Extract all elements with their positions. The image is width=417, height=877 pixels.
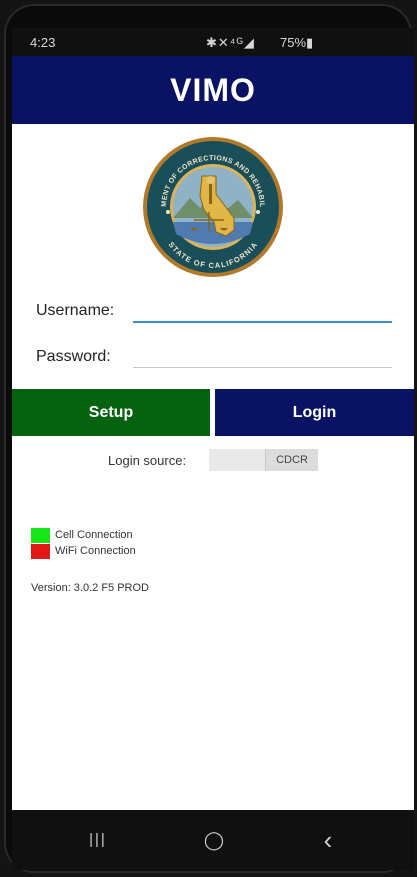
- username-underline: [133, 321, 392, 323]
- screen: 4:23 ✱✕⁴ᴳ◢ 75%▮ VIMO DEPARTMENT OF CORRE…: [12, 28, 414, 870]
- password-label: Password:: [36, 348, 111, 365]
- app-title-bar: VIMO: [12, 56, 414, 124]
- login-source-option-cdcr[interactable]: CDCR: [265, 449, 318, 471]
- cdcr-seal-logo: DEPARTMENT OF CORRECTIONS AND REHABILITA…: [142, 136, 283, 277]
- battery-indicator: 75%▮: [280, 35, 314, 50]
- version-text: Version: 3.0.2 F5 PROD: [31, 582, 149, 594]
- login-source-option-blank[interactable]: [209, 449, 265, 471]
- username-input[interactable]: [133, 296, 396, 322]
- home-icon[interactable]: ◯: [194, 820, 234, 860]
- status-bar: 4:23 ✱✕⁴ᴳ◢ 75%▮: [12, 28, 414, 56]
- cell-connection-label: Cell Connection: [55, 529, 133, 541]
- password-underline: [133, 367, 392, 368]
- recent-apps-icon[interactable]: |||: [78, 820, 118, 860]
- system-nav-bar: ||| ◯ ‹: [12, 810, 414, 870]
- username-label: Username:: [36, 302, 115, 319]
- setup-button[interactable]: Setup: [12, 389, 210, 436]
- back-icon[interactable]: ‹: [308, 820, 348, 860]
- cell-connection-indicator: [31, 528, 50, 543]
- password-input[interactable]: [133, 342, 396, 368]
- login-source-selector[interactable]: CDCR: [209, 449, 318, 471]
- login-button[interactable]: Login: [215, 389, 414, 436]
- app-title: VIMO: [170, 72, 256, 108]
- status-time: 4:23: [30, 35, 56, 50]
- status-icons: ✱✕⁴ᴳ◢: [206, 35, 255, 50]
- wifi-connection-label: WiFi Connection: [55, 545, 136, 557]
- login-source-label: Login source:: [108, 453, 187, 468]
- wifi-connection-indicator: [31, 544, 50, 559]
